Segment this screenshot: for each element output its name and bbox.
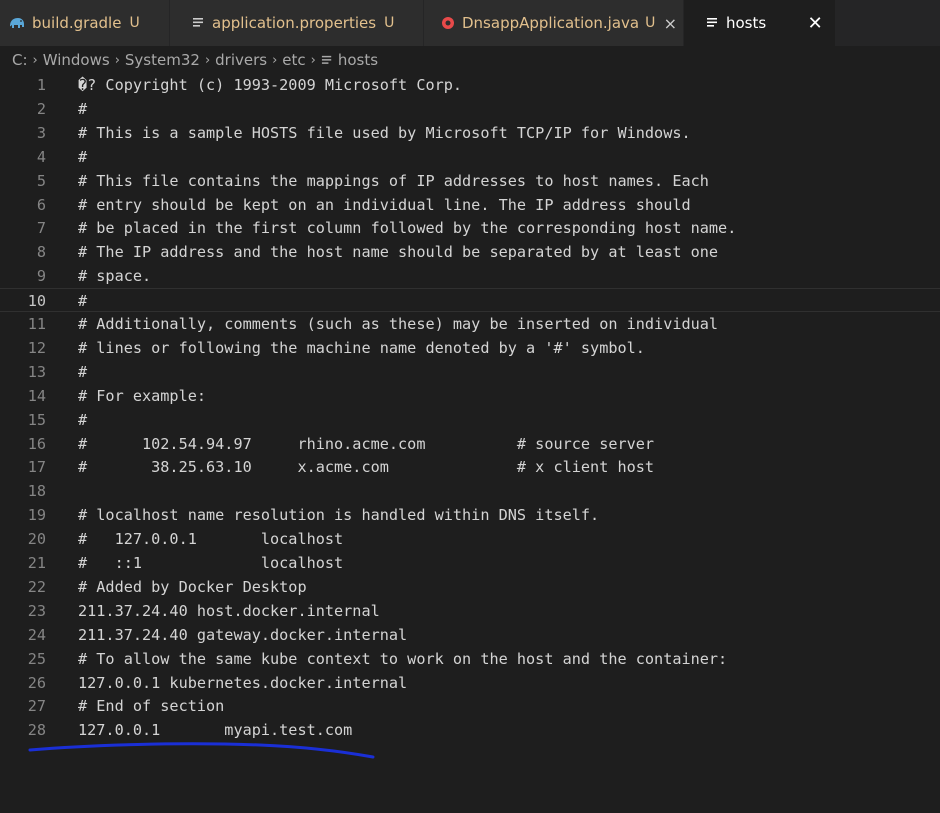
hand-drawn-underline (28, 742, 375, 759)
